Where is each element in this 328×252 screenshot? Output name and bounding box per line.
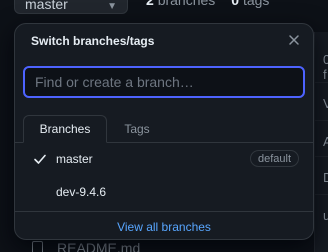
- tab-branches-label: Branches: [39, 122, 91, 136]
- table-fragment: A: [323, 134, 328, 149]
- dropdown-header: Switch branches/tags: [15, 24, 313, 58]
- branch-select-label: master: [25, 0, 68, 12]
- file-table-edge: 0 f V A D u: [314, 32, 328, 252]
- branch-tag-tabs: Branches Tags: [15, 115, 313, 143]
- dropdown-footer: View all branches: [15, 211, 313, 239]
- row-divider: [314, 82, 328, 83]
- file-icon: [32, 241, 43, 252]
- branches-count: 2: [146, 0, 154, 8]
- branch-name: dev-9.4.6: [56, 185, 107, 199]
- tab-tags[interactable]: Tags: [115, 115, 159, 142]
- branches-link[interactable]: 2 branches: [146, 0, 215, 8]
- branch-name: master: [56, 152, 93, 166]
- branch-search-input[interactable]: [23, 66, 305, 98]
- table-fragment: D: [323, 170, 328, 185]
- default-badge: default: [249, 150, 299, 167]
- repo-stats: 2 branches 0 tags: [146, 0, 269, 8]
- tab-tags-label: Tags: [124, 121, 150, 136]
- branch-item-master[interactable]: master default: [15, 145, 313, 173]
- table-fragment: u: [323, 208, 328, 223]
- tags-link[interactable]: 0 tags: [231, 0, 269, 8]
- close-icon[interactable]: [285, 31, 303, 49]
- row-divider: [314, 156, 328, 157]
- tab-branches[interactable]: Branches: [23, 115, 107, 143]
- dropdown-title: Switch branches/tags: [31, 34, 155, 48]
- tags-label: tags: [242, 0, 270, 8]
- tags-count: 0: [231, 0, 240, 8]
- branch-select-button[interactable]: master ▼: [14, 0, 128, 14]
- row-divider: [314, 120, 328, 121]
- branch-item-dev[interactable]: dev-9.4.6: [15, 178, 313, 206]
- row-divider: [314, 194, 328, 195]
- repo-page: master ▼ 2 branches 0 tags 0 f V A D u R…: [0, 0, 328, 252]
- table-fragment: 0 f: [323, 52, 328, 82]
- readme-row[interactable]: README.md: [32, 240, 140, 252]
- branches-label: branches: [157, 0, 216, 8]
- readme-label: README.md: [57, 240, 141, 252]
- check-icon: [34, 154, 46, 164]
- branch-switcher-dropdown: Switch branches/tags Branches Tags maste…: [14, 23, 314, 240]
- view-all-branches-link[interactable]: View all branches: [117, 220, 211, 234]
- caret-down-icon: ▼: [107, 1, 117, 12]
- table-fragment: V: [323, 96, 328, 111]
